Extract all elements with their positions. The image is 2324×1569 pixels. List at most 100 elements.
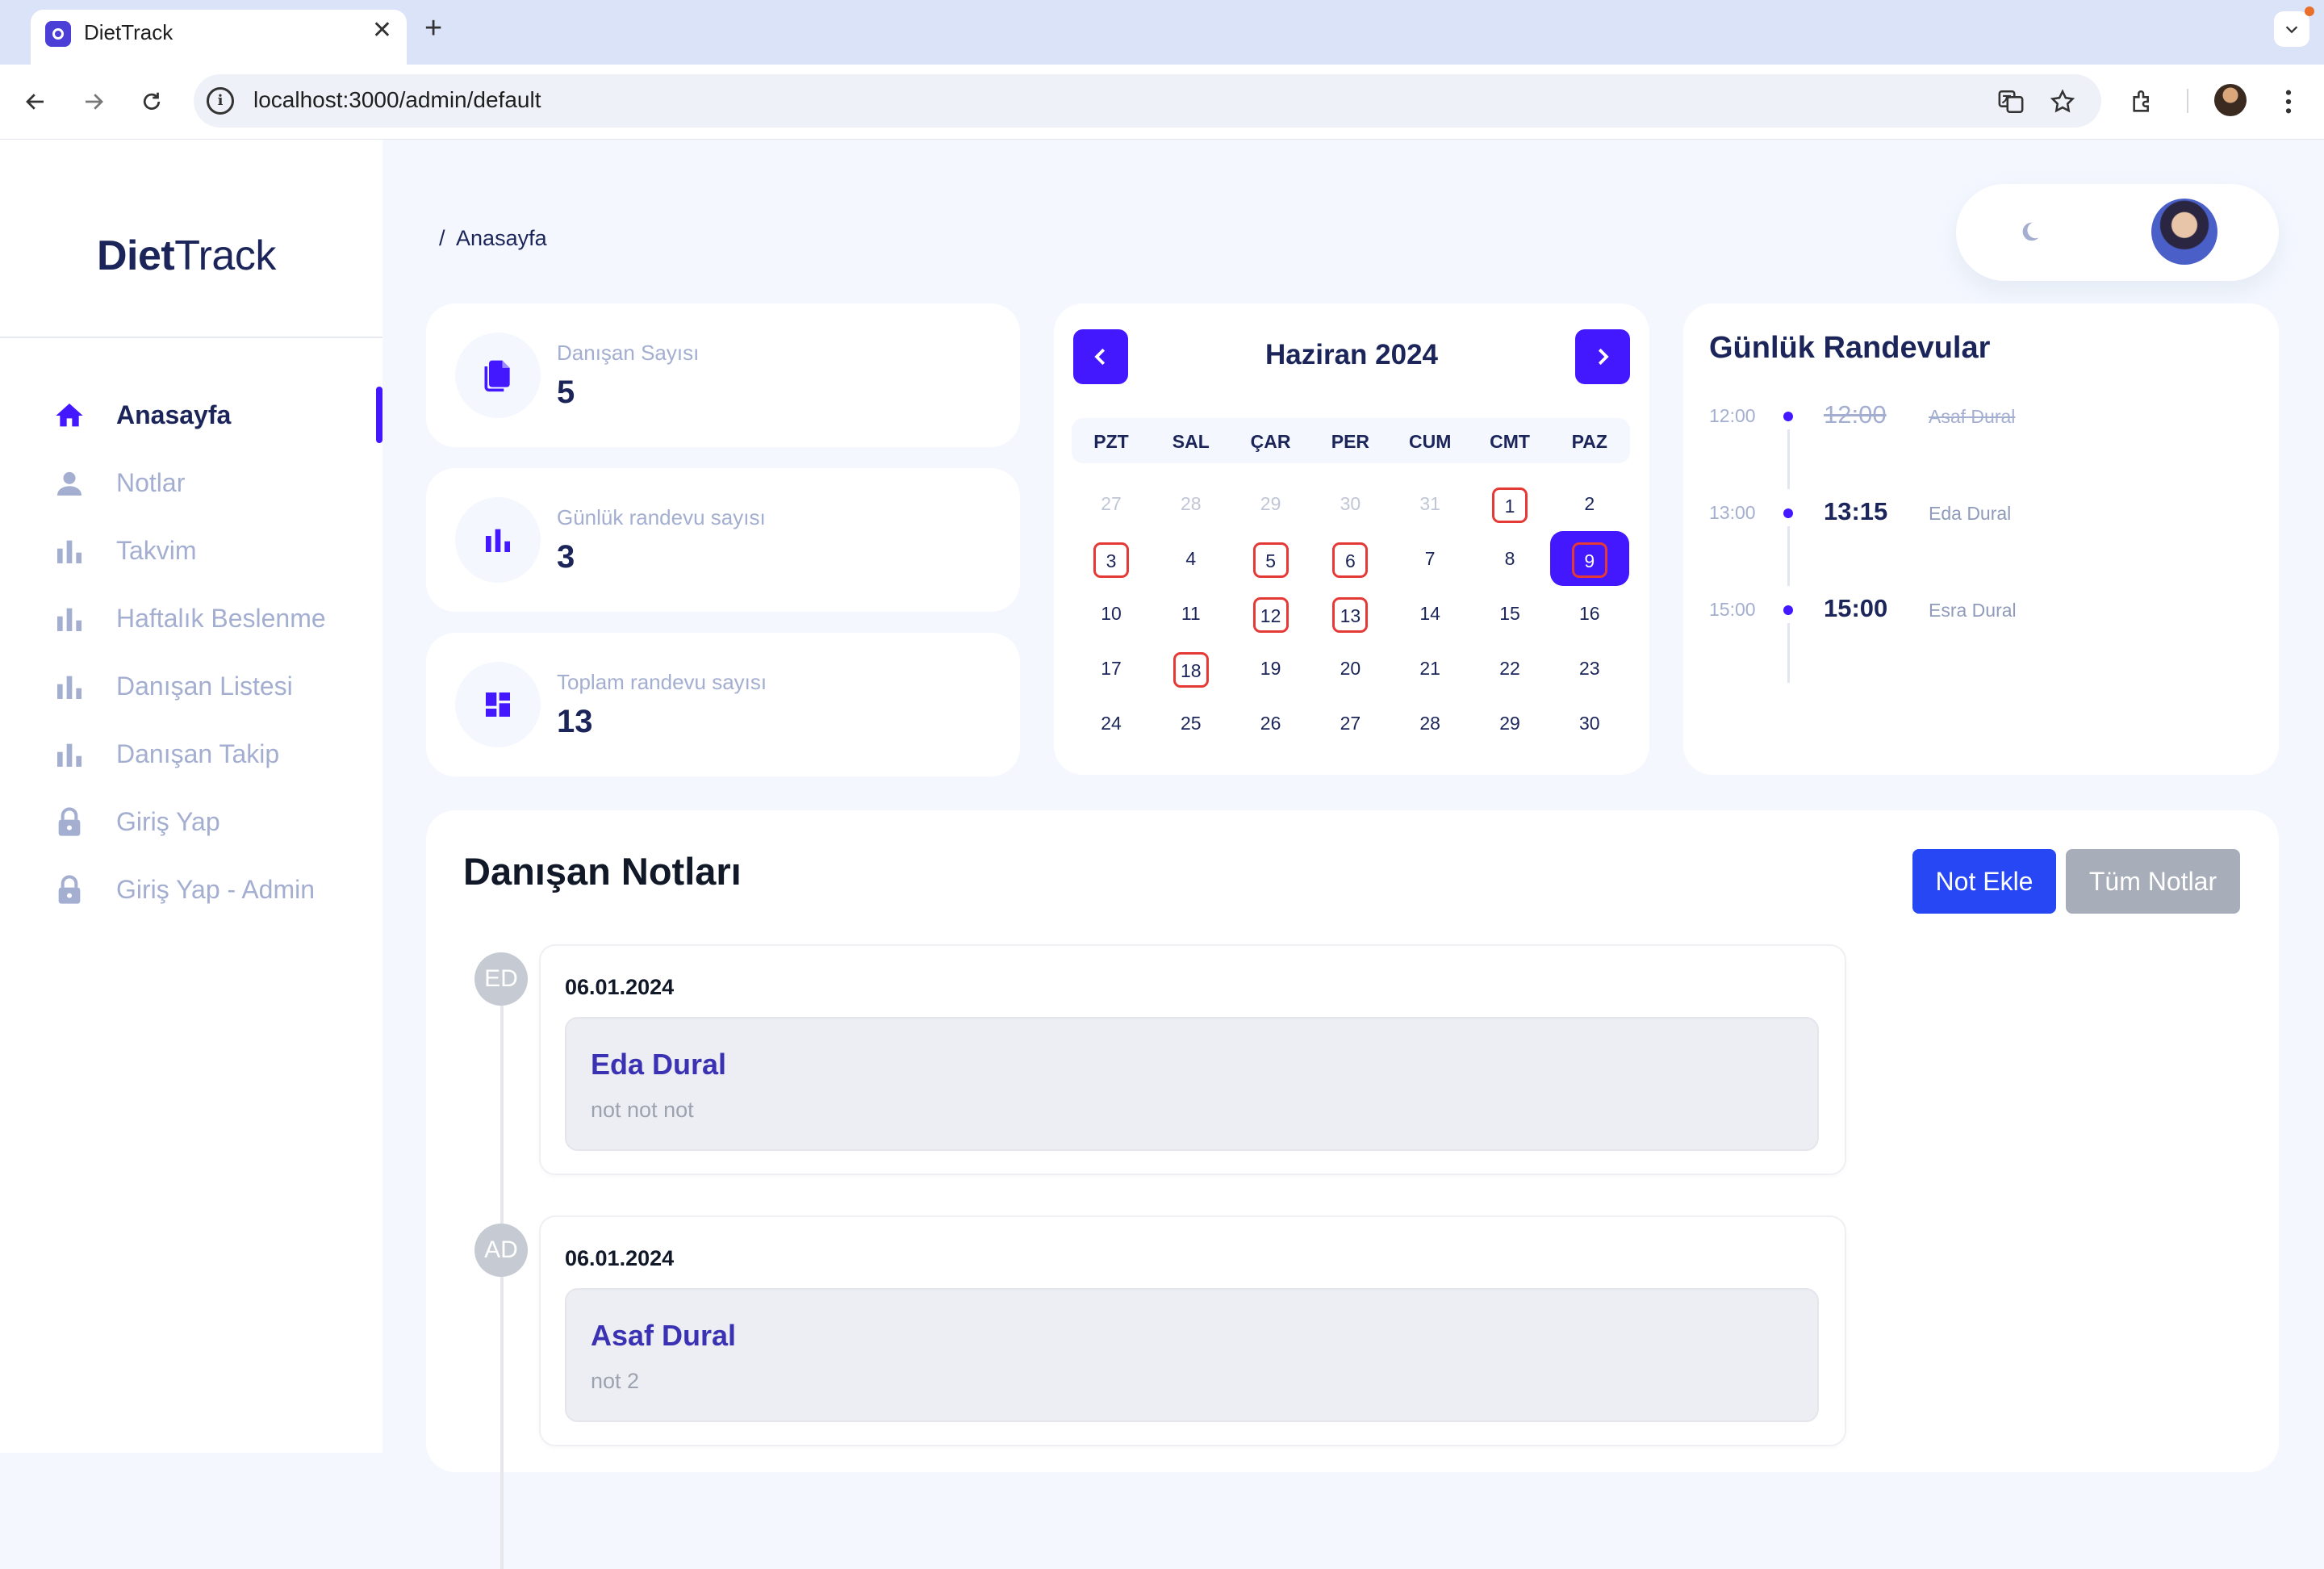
favicon-icon [45,21,71,47]
calendar-day[interactable]: 9 [1549,531,1629,586]
note-text: not not not [591,1098,694,1122]
next-month-button[interactable] [1575,329,1630,384]
calendar-day[interactable]: 31 [1390,476,1469,531]
extensions-icon[interactable] [2124,82,2163,121]
calendar-day[interactable]: 1 [1470,476,1549,531]
calendar-day[interactable]: 3 [1072,531,1151,586]
calendar-day[interactable]: 10 [1072,586,1151,641]
note-item[interactable]: 06.01.2024 Eda Dural not not not [539,944,1846,1175]
address-bar[interactable]: i localhost:3000/admin/default [194,74,2101,128]
profile-avatar-icon[interactable] [2214,84,2247,116]
calendar-day[interactable]: 29 [1231,476,1310,531]
url-text[interactable]: localhost:3000/admin/default [253,87,541,113]
new-tab-icon[interactable]: + [424,11,442,46]
calendar-day[interactable]: 17 [1072,641,1151,696]
all-notes-button[interactable]: Tüm Notlar [2066,849,2240,914]
tab-search-button[interactable] [2274,11,2309,47]
calendar-day-number: 29 [1260,493,1281,514]
back-button[interactable] [16,82,55,121]
sidebar-item-haftalik-beslenme[interactable]: Haftalık Beslenme [0,590,382,646]
calendar-day[interactable]: 12 [1231,586,1310,641]
calendar-day[interactable]: 16 [1550,586,1629,641]
timeline-dot [1783,508,1793,518]
note-item[interactable]: 06.01.2024 Asaf Dural not 2 [539,1215,1846,1446]
app-logo[interactable]: DietTrack [97,232,276,280]
appointment-slot: 12:00 [1709,405,1756,426]
calendar-month-title: Haziran 2024 [1264,339,1439,370]
sidebar-item-notlar[interactable]: Notlar [0,454,382,511]
tab-title: DietTrack [84,20,173,44]
calendar-day[interactable]: 2 [1550,476,1629,531]
calendar-day[interactable]: 7 [1390,531,1469,586]
appointment-item[interactable]: 12:00 12:00 Asaf Dural [1709,400,2258,502]
calendar-day[interactable]: 11 [1152,586,1231,641]
sidebar-item-giris-yap[interactable]: Giriş Yap [0,793,382,850]
sidebar-item-danisan-takip[interactable]: Danışan Takip [0,726,382,782]
calendar-day-number: 18 [1172,651,1209,688]
calendar-day-number: 11 [1181,603,1201,624]
calendar-day[interactable]: 30 [1550,696,1629,751]
site-info-icon[interactable]: i [207,87,234,115]
timeline-line [1787,526,1790,586]
calendar-day[interactable]: 30 [1310,476,1390,531]
bookmark-star-icon[interactable] [2046,86,2079,118]
calendar-day-number: 2 [1584,493,1595,514]
breadcrumb-current[interactable]: Anasayfa [456,226,547,250]
calendar-day[interactable]: 27 [1310,696,1390,751]
arrow-left-icon [26,94,44,110]
translate-icon[interactable] [1995,86,2027,118]
calendar-day[interactable]: 4 [1152,531,1231,586]
reload-button[interactable] [132,82,171,121]
calendar-day[interactable]: 22 [1470,641,1549,696]
sidebar-item-label: Danışan Listesi [116,672,293,701]
weekday-label: PER [1331,431,1370,452]
calendar-day[interactable]: 19 [1231,641,1310,696]
calendar-day[interactable]: 6 [1310,531,1390,586]
calendar-day[interactable]: 8 [1470,531,1549,586]
close-tab-icon[interactable]: ✕ [372,16,392,44]
calendar-day[interactable]: 24 [1072,696,1151,751]
calendar-day[interactable]: 28 [1152,476,1231,531]
note-client-name[interactable]: Asaf Dural [591,1319,736,1353]
bar-chart-icon [57,743,82,767]
note-content: Eda Dural not not not [565,1017,1819,1151]
moon-icon[interactable] [2017,220,2042,244]
note-client-name[interactable]: Eda Dural [591,1048,726,1082]
sidebar-item-takvim[interactable]: Takvim [0,522,382,579]
calendar-day[interactable]: 25 [1152,696,1231,751]
chevron-right-icon [1598,348,1609,366]
note-date: 06.01.2024 [565,975,675,999]
calendar-day[interactable]: 14 [1390,586,1469,641]
notes-timeline-line [500,1004,504,1569]
sidebar-item-giris-yap-admin[interactable]: Giriş Yap - Admin [0,861,382,918]
calendar-day[interactable]: 5 [1231,531,1310,586]
calendar-day[interactable]: 23 [1550,641,1629,696]
add-note-button[interactable]: Not Ekle [1912,849,2056,914]
appointment-item[interactable]: 13:00 13:15 Eda Dural [1709,497,2258,599]
dashboard-icon [455,662,541,747]
sidebar-item-danisan-listesi[interactable]: Danışan Listesi [0,658,382,714]
toolbar-divider [2187,89,2188,113]
calendar-day[interactable]: 29 [1470,696,1549,751]
calendar-day[interactable]: 26 [1231,696,1310,751]
appointment-item[interactable]: 15:00 15:00 Esra Dural [1709,594,2258,696]
forward-button[interactable] [74,82,113,121]
sidebar-item-anasayfa[interactable]: Anasayfa [0,387,382,443]
calendar-day[interactable]: 27 [1072,476,1151,531]
sidebar-item-label: Giriş Yap - Admin [116,875,316,904]
kebab-menu-icon[interactable] [2269,82,2308,121]
calendar-day[interactable]: 21 [1390,641,1469,696]
browser-tab[interactable]: DietTrack ✕ [31,10,407,65]
calendar-day[interactable]: 13 [1310,586,1390,641]
calendar-day[interactable]: 28 [1390,696,1469,751]
user-avatar[interactable] [2151,199,2217,265]
note-text: not 2 [591,1369,640,1393]
calendar-day-number: 30 [1579,713,1600,734]
appointment-client: Esra Dural [1929,600,2017,621]
calendar-day[interactable]: 15 [1470,586,1549,641]
calendar-day-number: 7 [1424,548,1436,569]
calendar-day[interactable]: 20 [1310,641,1390,696]
weekday-label: CUM [1408,431,1452,452]
calendar-day[interactable]: 18 [1152,641,1231,696]
timeline-line [1787,623,1790,683]
